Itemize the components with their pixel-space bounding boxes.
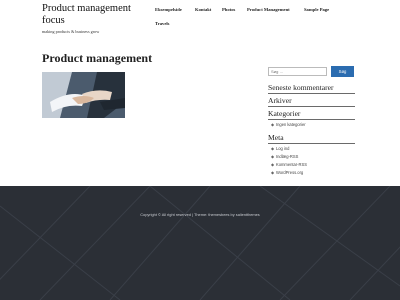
site-tagline: making products & business grow	[42, 29, 100, 34]
categories-heading: Kategorier	[268, 109, 355, 120]
search-button[interactable]: Søg	[331, 66, 354, 77]
featured-image	[42, 72, 125, 118]
meta-link-entries-rss[interactable]: ◆ Indlæg-RSS	[271, 154, 298, 159]
category-label: Ingen kategorier	[276, 122, 306, 127]
business-meeting-image	[42, 72, 125, 118]
site-title[interactable]: Product management focus	[42, 3, 152, 27]
footer-copyright: Copyright © All right reserved | Theme: …	[140, 212, 260, 217]
page-title: Product management	[42, 51, 153, 65]
nav-item-product-management[interactable]: Product Management	[247, 7, 290, 12]
site-footer: Copyright © All right reserved | Theme: …	[0, 186, 400, 300]
category-item: ◆ Ingen kategorier	[271, 122, 306, 127]
meta-link-login[interactable]: ◆ Log ind	[271, 146, 289, 151]
nav-item-travels[interactable]: Travels	[155, 21, 169, 26]
nav-item-eksempelside[interactable]: Eksempelside	[155, 7, 182, 12]
nav-item-photos[interactable]: Photos	[222, 7, 235, 12]
meta-link-label[interactable]: WordPress.org	[276, 170, 303, 175]
meta-link-wordpress[interactable]: ◆ WordPress.org	[271, 170, 303, 175]
meta-link-label[interactable]: Kommentar-RSS	[276, 162, 307, 167]
recent-comments-heading: Seneste kommentarer	[268, 83, 355, 94]
search-input[interactable]	[268, 67, 327, 76]
nav-item-kontakt[interactable]: Kontakt	[195, 7, 211, 12]
meta-link-label[interactable]: Log ind	[276, 146, 289, 151]
meta-heading: Meta	[268, 133, 355, 144]
archives-heading: Arkiver	[268, 96, 355, 107]
meta-link-comments-rss[interactable]: ◆ Kommentar-RSS	[271, 162, 307, 167]
nav-item-sample-page[interactable]: Sample Page	[304, 7, 329, 12]
footer-pattern	[0, 186, 400, 300]
meta-link-label[interactable]: Indlæg-RSS	[276, 154, 298, 159]
